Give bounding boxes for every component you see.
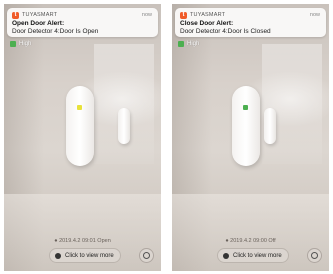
settings-button[interactable]	[307, 248, 322, 263]
notification-app-name: TUYASMART	[190, 12, 226, 18]
door-sensor-magnet	[118, 108, 130, 144]
priority-icon	[178, 41, 184, 47]
notification-card[interactable]: t TUYASMART now Close Door Alert: Door D…	[175, 8, 326, 37]
view-more-label: Click to view more	[65, 252, 114, 259]
settings-icon	[311, 252, 318, 259]
priority-row: High	[178, 41, 199, 47]
settings-button[interactable]	[139, 248, 154, 263]
tuya-logo-icon: t	[180, 12, 187, 19]
sensor-led-indicator	[243, 105, 248, 110]
notification-title: Close Door Alert:	[180, 20, 234, 27]
priority-label: High	[187, 41, 200, 47]
door-sensor-magnet	[264, 108, 276, 144]
view-more-label: Click to view more	[233, 252, 282, 259]
priority-row: High	[10, 41, 31, 47]
event-log-line: ● 2019.4.2 09:00 Off	[225, 238, 276, 244]
phone-screen-open: t TUYASMART now Open Door Alert: Door De…	[4, 4, 161, 271]
notification-title: Open Door Alert:	[12, 20, 65, 27]
settings-icon	[143, 252, 150, 259]
view-more-button[interactable]: Click to view more	[217, 248, 289, 263]
dot-icon	[223, 252, 229, 259]
notification-time: now	[309, 12, 320, 18]
dot-icon	[55, 252, 61, 259]
tuya-logo-icon: t	[12, 12, 19, 19]
priority-label: High	[19, 41, 32, 47]
door-sensor-body	[66, 86, 94, 166]
notification-card[interactable]: t TUYASMART now Open Door Alert: Door De…	[7, 8, 158, 37]
event-log-line: ● 2019.4.2 09:01 Open	[54, 238, 111, 244]
notification-time: now	[141, 12, 152, 18]
priority-icon	[10, 41, 16, 47]
notification-app-name: TUYASMART	[22, 12, 58, 18]
door-sensor-body	[232, 86, 260, 166]
phone-screen-closed: t TUYASMART now Close Door Alert: Door D…	[172, 4, 329, 271]
window-glow	[94, 44, 154, 164]
notification-body: Door Detector 4:Door Is Closed	[180, 28, 271, 35]
view-more-button[interactable]: Click to view more	[49, 248, 121, 263]
sensor-led-indicator	[77, 105, 82, 110]
notification-body: Door Detector 4:Door Is Open	[12, 28, 99, 35]
window-glow	[262, 44, 322, 164]
